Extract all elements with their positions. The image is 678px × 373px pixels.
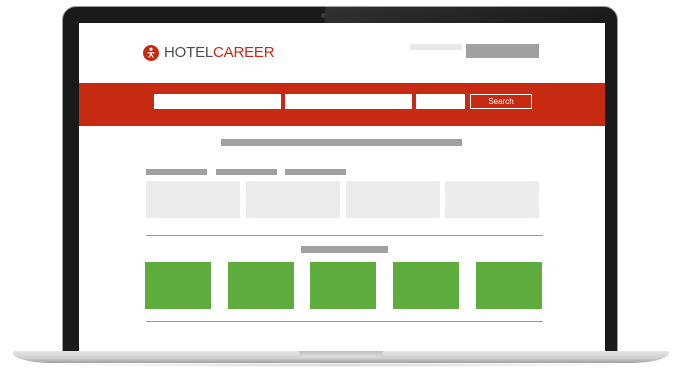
laptop-shadow — [30, 363, 652, 367]
featured-employer-tile[interactable] — [393, 262, 459, 309]
featured-employer-tile[interactable] — [145, 262, 211, 309]
logo-text: HOTELCAREER — [164, 44, 275, 62]
job-tile[interactable] — [146, 181, 240, 218]
section-divider — [146, 321, 543, 322]
search-band: Search — [79, 83, 605, 126]
job-tile[interactable] — [246, 181, 340, 218]
section-divider — [146, 235, 543, 236]
radius-input[interactable] — [416, 94, 465, 109]
job-tile[interactable] — [445, 181, 539, 218]
job-tile[interactable] — [346, 181, 440, 218]
site-logo[interactable]: HOTELCAREER — [143, 44, 275, 62]
featured-employer-tile[interactable] — [476, 262, 542, 309]
tab-placeholder-1[interactable] — [146, 169, 207, 175]
header-button-placeholder[interactable] — [466, 44, 539, 58]
logo-text-hotel: HOTEL — [164, 44, 214, 61]
location-input[interactable] — [285, 94, 412, 109]
featured-heading-placeholder — [301, 246, 388, 253]
laptop-screen: HOTELCAREER Search — [79, 23, 605, 351]
search-button[interactable]: Search — [470, 94, 532, 109]
tab-placeholder-3[interactable] — [285, 169, 346, 175]
logo-text-career: CAREER — [213, 44, 275, 61]
section-heading-placeholder — [221, 139, 462, 146]
hotel-career-logo-icon — [143, 45, 159, 61]
laptop-notch — [299, 351, 383, 357]
featured-employer-tile[interactable] — [228, 262, 294, 309]
camera-icon — [321, 13, 326, 18]
keyword-input[interactable] — [154, 94, 281, 109]
header-link-placeholder[interactable] — [410, 44, 462, 50]
tab-placeholder-2[interactable] — [216, 169, 277, 175]
featured-employer-tile[interactable] — [310, 262, 376, 309]
